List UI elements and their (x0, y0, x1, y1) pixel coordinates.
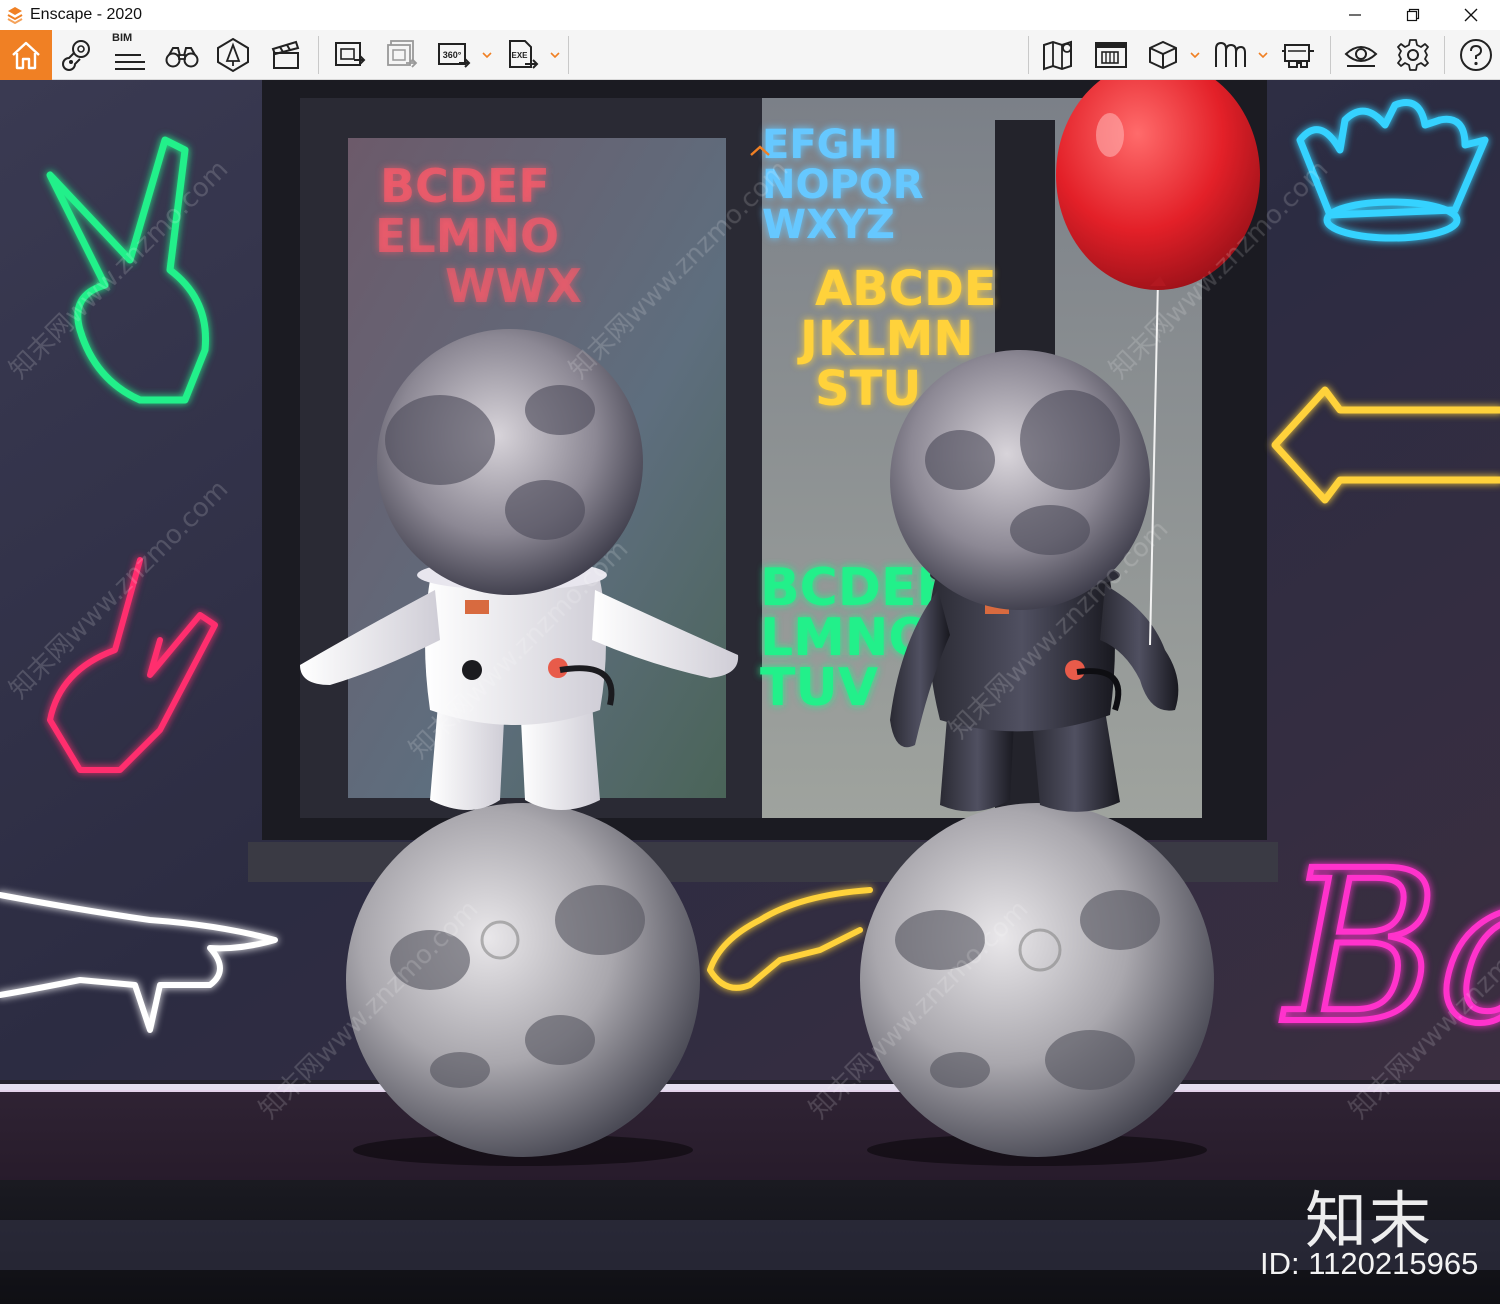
close-button[interactable] (1442, 0, 1500, 30)
export-dropdown[interactable] (548, 30, 562, 80)
views-button[interactable] (58, 30, 98, 80)
bim-label: BIM (112, 32, 133, 44)
neon-letters-left-3: WWX (445, 259, 582, 313)
annotation-dropdown[interactable] (1256, 30, 1270, 80)
neon-letters-right-3: WXYZ (762, 202, 895, 248)
vr-headset-button[interactable] (1276, 30, 1320, 80)
chevron-down-icon (550, 52, 560, 59)
minimize-icon (1349, 14, 1361, 16)
watermark-id: ID: 1120215965 (1260, 1246, 1479, 1281)
binoculars-icon (165, 47, 199, 68)
home-button[interactable] (0, 30, 52, 80)
annotation-icon (1215, 41, 1246, 67)
cube-dropdown[interactable] (1188, 30, 1202, 80)
render-viewport[interactable]: BCDEF ELMNO WWX EFGHI NOPQR WXYZ ABCDE J… (0, 80, 1500, 1304)
neon-letters-yellow-2: JKLMN (797, 311, 974, 367)
main-toolbar: BIM 360° EXE (0, 30, 1500, 80)
neon-letters-left-1: BCDEF (380, 159, 550, 213)
map-button[interactable] (1038, 30, 1080, 80)
visual-settings-button[interactable] (1340, 30, 1382, 80)
annotation-button[interactable] (1208, 30, 1252, 80)
cube-icon (1149, 40, 1177, 70)
chevron-down-icon (482, 52, 492, 59)
general-settings-button[interactable] (1392, 30, 1434, 80)
toolbar-collapse-icon[interactable] (747, 144, 773, 158)
video-editor-button[interactable] (266, 30, 306, 80)
batch-render-icon (387, 40, 418, 68)
neon-letters-left-2: ELMNO (375, 209, 559, 263)
restore-button[interactable] (1384, 0, 1442, 30)
material-editor-icon (1095, 42, 1127, 68)
restore-icon (1406, 8, 1420, 22)
cube-button[interactable] (1142, 30, 1184, 80)
gear-icon (1397, 39, 1429, 71)
toolbar-separator (1028, 36, 1029, 74)
toolbar-separator (318, 36, 319, 74)
asset-library-button[interactable] (213, 30, 253, 80)
neon-letters-yellow-3: STU (815, 361, 921, 417)
asset-library-icon (217, 37, 249, 73)
window-title: Enscape - 2020 (30, 6, 143, 23)
toolbar-separator (1444, 36, 1445, 74)
help-icon (1460, 39, 1492, 71)
eye-icon (1344, 46, 1378, 67)
export-exe-button[interactable]: EXE (503, 30, 543, 80)
panorama-360-icon: 360° (438, 43, 471, 68)
close-icon (1464, 8, 1478, 22)
render-image-icon (335, 42, 366, 66)
neon-letters-yellow-1: ABCDE (815, 261, 997, 317)
enscape-window: Enscape - 2020 BIM 360° EXE BCDEF ELMNO … (0, 0, 1500, 1304)
map-icon (1043, 40, 1072, 71)
export-exe-label: EXE (511, 51, 528, 60)
neon-letters-green-3: TUV (760, 658, 878, 718)
help-button[interactable] (1454, 30, 1498, 80)
material-editor-button[interactable] (1090, 30, 1132, 80)
window-controls (1326, 0, 1500, 30)
neon-ba-sign: Ba (1281, 825, 1500, 1070)
panorama-button[interactable]: 360° (434, 30, 474, 80)
vr-headset-icon (1282, 44, 1314, 68)
panorama-label: 360° (443, 50, 462, 60)
bim-button[interactable]: BIM (108, 30, 150, 80)
render-image-button[interactable] (330, 30, 370, 80)
chevron-down-icon (1258, 52, 1268, 59)
panorama-dropdown[interactable] (480, 30, 494, 80)
chevron-down-icon (1190, 52, 1200, 59)
minimize-button[interactable] (1326, 0, 1384, 30)
home-icon (12, 41, 40, 70)
batch-render-button[interactable] (382, 30, 422, 80)
title-bar: Enscape - 2020 (0, 0, 1500, 30)
enscape-logo-icon (7, 7, 23, 24)
moon-ball-right (860, 803, 1214, 1157)
toolbar-separator (568, 36, 569, 74)
export-exe-icon: EXE (509, 40, 539, 69)
neon-astronaut-scene: BCDEF ELMNO WWX EFGHI NOPQR WXYZ ABCDE J… (0, 80, 1500, 1304)
binoculars-button[interactable] (162, 30, 202, 80)
map-pin-icon (62, 40, 90, 71)
bim-list-icon (115, 54, 145, 70)
clapperboard-icon (271, 40, 300, 69)
toolbar-separator (1330, 36, 1331, 74)
